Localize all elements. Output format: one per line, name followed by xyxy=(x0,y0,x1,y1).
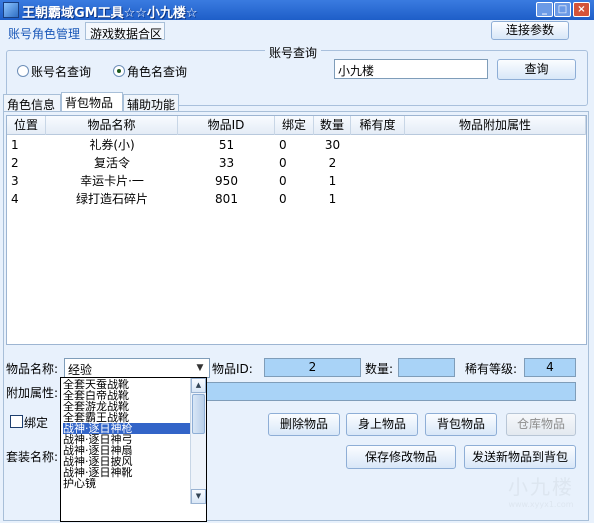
minimize-button[interactable]: _ xyxy=(536,2,553,17)
cell-position: 1 xyxy=(11,138,19,152)
table-row[interactable]: 2 复活令 33 0 2 xyxy=(7,154,586,172)
scroll-down-icon[interactable]: ▼ xyxy=(191,489,206,504)
tab-game-data-merge[interactable]: 游戏数据合区 xyxy=(85,22,165,41)
dropdown-option-selected[interactable]: 战神·逐日神枪 xyxy=(63,423,190,434)
col-item-name[interactable]: 物品名称 xyxy=(46,116,178,135)
chevron-down-icon[interactable]: ▼ xyxy=(192,360,208,376)
radio-role-name-label: 角色名查询 xyxy=(127,65,188,79)
rarity-input[interactable]: 4 xyxy=(524,358,576,377)
window-title: 王朝霸域GM工具☆☆小九楼☆ xyxy=(22,6,198,21)
cell-item-name: 绿打造石碎片 xyxy=(75,192,148,206)
table-row[interactable]: 4 绿打造石碎片 801 0 1 xyxy=(7,190,586,208)
col-quantity[interactable]: 数量 xyxy=(314,116,351,135)
scroll-thumb[interactable] xyxy=(192,394,205,434)
items-table[interactable]: 位置 物品名称 物品ID 绑定 数量 稀有度 物品附加属性 1 礼券(小) 51… xyxy=(6,115,587,345)
watermark: 小九楼 www.xyyx1.com xyxy=(508,471,574,509)
set-name-label: 套装名称: xyxy=(6,450,59,464)
cell-bind: 0 xyxy=(279,138,287,152)
col-rarity[interactable]: 稀有度 xyxy=(351,116,405,135)
cell-quantity: 1 xyxy=(328,174,337,188)
scroll-up-icon[interactable]: ▲ xyxy=(191,378,206,393)
dropdown-option[interactable]: 战神·逐日披风 xyxy=(63,456,190,467)
cell-item-id: 950 xyxy=(215,174,238,188)
cell-item-id: 801 xyxy=(215,192,238,206)
table-row[interactable]: 1 礼券(小) 51 0 30 xyxy=(7,136,586,154)
cell-position: 3 xyxy=(11,174,19,188)
delete-item-button[interactable]: 删除物品 xyxy=(268,413,340,436)
tab-assist[interactable]: 辅助功能 xyxy=(123,94,179,112)
dropdown-option[interactable]: 全套天蚕战靴 xyxy=(63,379,190,390)
tab-account-role[interactable]: 账号角色管理 xyxy=(3,22,83,41)
col-item-id[interactable]: 物品ID xyxy=(178,116,275,135)
cell-item-name: 礼券(小) xyxy=(89,138,135,152)
query-input[interactable]: 小九楼 xyxy=(334,59,488,79)
dropdown-option[interactable]: 全套游龙战靴 xyxy=(63,401,190,412)
col-attributes[interactable]: 物品附加属性 xyxy=(405,116,586,135)
cell-item-name: 复活令 xyxy=(93,156,130,170)
title-bar: 王朝霸域GM工具☆☆小九楼☆ _ □ × xyxy=(0,0,594,21)
dropdown-scrollbar[interactable]: ▲ ▼ xyxy=(190,378,206,504)
item-id-input[interactable]: 2 xyxy=(264,358,361,377)
connect-params-button[interactable]: 连接参数 xyxy=(491,21,569,40)
attr-input[interactable] xyxy=(205,382,576,401)
col-bind[interactable]: 绑定 xyxy=(275,116,314,135)
tab-bag-items[interactable]: 背包物品 xyxy=(61,92,123,112)
cell-position: 4 xyxy=(11,192,19,206)
cell-item-id: 33 xyxy=(218,156,235,170)
save-edit-button[interactable]: 保存修改物品 xyxy=(346,445,456,469)
table-row[interactable]: 3 幸运卡片·一 950 0 1 xyxy=(7,172,586,190)
attr-label: 附加属性: xyxy=(6,386,59,400)
item-name-value: 经验 xyxy=(68,363,93,377)
bind-checkbox[interactable] xyxy=(10,415,23,428)
cell-bind: 0 xyxy=(279,156,287,170)
cell-bind: 0 xyxy=(279,192,287,206)
bind-label: 绑定 xyxy=(24,416,49,430)
dropdown-option[interactable]: 全套霸王战靴 xyxy=(63,412,190,423)
cell-position: 2 xyxy=(11,156,19,170)
radio-role-name[interactable] xyxy=(113,65,125,77)
app-icon xyxy=(3,2,19,18)
close-button[interactable]: × xyxy=(573,2,590,17)
radio-account-name-label: 账号名查询 xyxy=(31,65,92,79)
cell-item-name: 幸运卡片·一 xyxy=(80,174,144,188)
account-query-label: 账号查询 xyxy=(265,44,322,61)
item-name-combo[interactable]: 经验 ▼ xyxy=(64,358,210,378)
item-id-label: 物品ID: xyxy=(212,362,253,376)
item-name-dropdown-list[interactable]: 全套天蚕战靴 全套白帝战靴 全套游龙战靴 全套霸王战靴 战神·逐日神枪 战神·逐… xyxy=(60,377,207,522)
query-button[interactable]: 查询 xyxy=(497,59,576,80)
col-position[interactable]: 位置 xyxy=(7,116,46,135)
table-header: 位置 物品名称 物品ID 绑定 数量 稀有度 物品附加属性 xyxy=(7,116,586,135)
bag-items-button[interactable]: 背包物品 xyxy=(425,413,497,436)
cell-quantity: 1 xyxy=(328,192,337,206)
dropdown-option[interactable]: 战神·逐日神靴 xyxy=(63,467,190,478)
cell-bind: 0 xyxy=(279,174,287,188)
send-new-item-button[interactable]: 发送新物品到背包 xyxy=(464,445,576,469)
warehouse-items-button[interactable]: 仓库物品 xyxy=(506,413,576,436)
cell-quantity: 30 xyxy=(324,138,341,152)
body-items-button[interactable]: 身上物品 xyxy=(346,413,418,436)
cell-quantity: 2 xyxy=(328,156,337,170)
dropdown-option[interactable]: 护心镜 xyxy=(63,478,190,489)
cell-item-id: 51 xyxy=(218,138,235,152)
radio-selected-dot xyxy=(117,69,121,73)
watermark-main: 小九楼 xyxy=(508,475,574,499)
quantity-input[interactable] xyxy=(398,358,455,377)
radio-account-name[interactable] xyxy=(17,65,29,77)
maximize-button[interactable]: □ xyxy=(554,2,571,17)
tab-role-info[interactable]: 角色信息 xyxy=(3,94,61,112)
watermark-url: www.xyyx1.com xyxy=(508,500,574,509)
quantity-label: 数量: xyxy=(365,362,394,376)
dropdown-option[interactable]: 战神·逐日神弓 xyxy=(63,434,190,445)
dropdown-option[interactable]: 战神·逐日神扇 xyxy=(63,445,190,456)
rarity-label: 稀有等级: xyxy=(465,362,518,376)
dropdown-option[interactable]: 全套白帝战靴 xyxy=(63,390,190,401)
item-name-label: 物品名称: xyxy=(6,362,59,376)
